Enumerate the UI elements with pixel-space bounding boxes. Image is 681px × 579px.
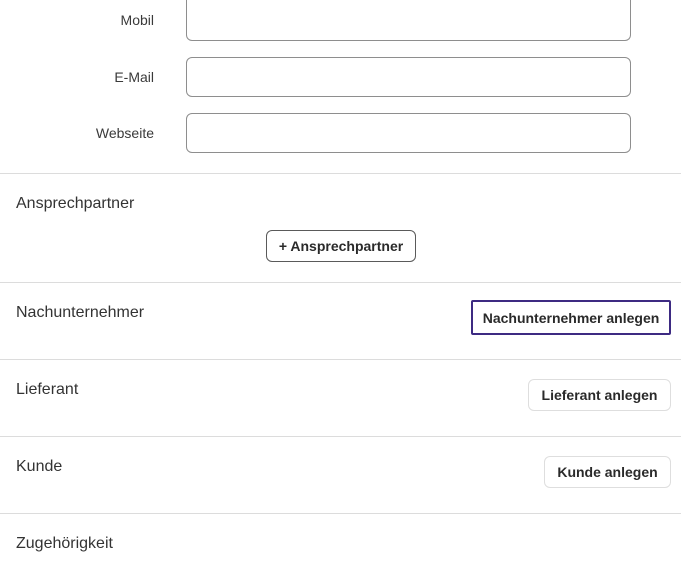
nachunternehmer-title: Nachunternehmer bbox=[16, 304, 145, 321]
section-divider bbox=[0, 282, 681, 283]
contact-form-page: Mobil E-Mail Webseite Ansprechpartner + … bbox=[0, 0, 681, 579]
email-input[interactable] bbox=[186, 57, 631, 97]
zugehoerigkeit-title: Zugehörigkeit bbox=[16, 535, 113, 552]
email-label: E-Mail bbox=[114, 69, 154, 85]
webseite-row: Webseite bbox=[0, 113, 681, 153]
ansprechpartner-title: Ansprechpartner bbox=[16, 195, 135, 212]
section-divider bbox=[0, 436, 681, 437]
mobil-row: Mobil bbox=[0, 0, 681, 41]
webseite-input[interactable] bbox=[186, 113, 631, 153]
kunde-title: Kunde bbox=[16, 458, 63, 475]
lieferant-title: Lieferant bbox=[16, 381, 79, 398]
webseite-label: Webseite bbox=[95, 125, 154, 141]
add-ansprechpartner-button[interactable]: + Ansprechpartner bbox=[266, 230, 416, 262]
lieferant-anlegen-button[interactable]: Lieferant anlegen bbox=[528, 379, 671, 411]
kunde-anlegen-button[interactable]: Kunde anlegen bbox=[544, 456, 671, 488]
section-divider bbox=[0, 173, 681, 174]
section-divider bbox=[0, 513, 681, 514]
mobil-input[interactable] bbox=[186, 0, 631, 41]
email-row: E-Mail bbox=[0, 57, 681, 97]
nachunternehmer-anlegen-button[interactable]: Nachunternehmer anlegen bbox=[471, 300, 671, 335]
section-divider bbox=[0, 359, 681, 360]
mobil-label: Mobil bbox=[120, 12, 154, 28]
